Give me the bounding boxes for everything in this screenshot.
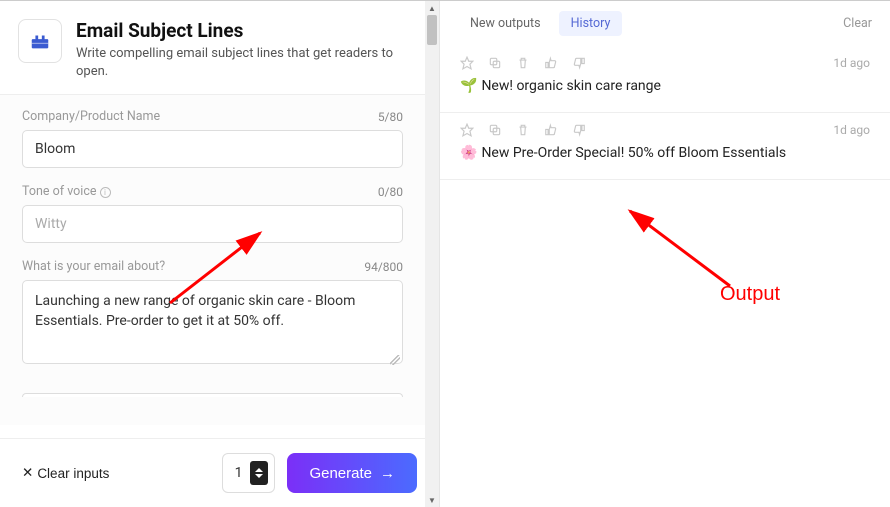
extra-input-partial[interactable] (22, 393, 403, 397)
scroll-thumb[interactable] (427, 15, 437, 45)
thumbs-down-icon[interactable] (572, 56, 586, 70)
output-text: 🌱 New! organic skin care range (460, 78, 870, 94)
output-card: 1d ago 🌱 New! organic skin care range (440, 46, 890, 113)
clear-outputs-button[interactable]: Clear (843, 16, 872, 31)
arrow-right-icon: → (380, 465, 395, 482)
thumbs-up-icon[interactable] (544, 123, 558, 137)
scroll-down-icon[interactable]: ▼ (425, 493, 439, 507)
copy-icon[interactable] (488, 123, 502, 137)
tone-counter: 0/80 (378, 185, 403, 199)
quantity-stepper[interactable]: 1 (222, 453, 276, 493)
output-text: 🌸New Pre-Order Special! 50% off Bloom Es… (460, 145, 870, 161)
tone-label: Tone of voicei (22, 184, 111, 199)
scroll-up-icon[interactable]: ▲ (425, 1, 439, 15)
tone-input[interactable] (22, 205, 403, 243)
template-icon (18, 19, 62, 63)
resize-handle-icon[interactable] (390, 355, 400, 365)
company-label: Company/Product Name (22, 109, 160, 124)
thumbs-up-icon[interactable] (544, 56, 558, 70)
company-input[interactable] (22, 130, 403, 168)
trash-icon[interactable] (516, 56, 530, 70)
quantity-value: 1 (235, 465, 243, 481)
info-icon[interactable]: i (100, 187, 111, 198)
close-icon: ✕ (22, 465, 33, 481)
copy-icon[interactable] (488, 56, 502, 70)
generate-button[interactable]: Generate → (287, 453, 417, 493)
company-counter: 5/80 (378, 110, 403, 124)
star-icon[interactable] (460, 56, 474, 70)
output-card: 1d ago 🌸New Pre-Order Special! 50% off B… (440, 113, 890, 180)
trash-icon[interactable] (516, 123, 530, 137)
tab-history[interactable]: History (559, 11, 623, 36)
output-time: 1d ago (833, 123, 870, 137)
clear-inputs-button[interactable]: ✕Clear inputs (22, 465, 109, 481)
scrollbar[interactable]: ▲ ▼ (425, 1, 439, 507)
about-counter: 94/800 (364, 260, 403, 274)
tab-new-outputs[interactable]: New outputs (458, 11, 553, 36)
star-icon[interactable] (460, 123, 474, 137)
annotation-label: Output (720, 283, 780, 306)
about-label: What is your email about? (22, 259, 165, 274)
about-textarea[interactable] (22, 280, 403, 364)
stepper-icon[interactable] (250, 461, 268, 485)
thumbs-down-icon[interactable] (572, 123, 586, 137)
page-subtitle: Write compelling email subject lines tha… (76, 45, 403, 80)
output-time: 1d ago (833, 56, 870, 70)
page-title: Email Subject Lines (76, 19, 403, 42)
